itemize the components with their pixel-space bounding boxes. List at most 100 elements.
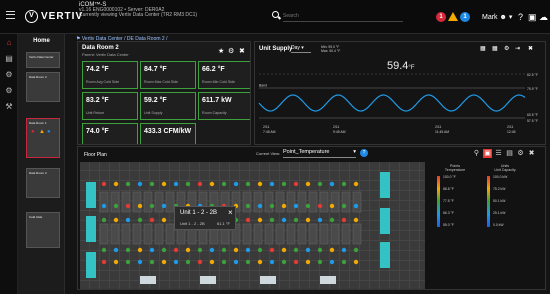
metric-tile[interactable]: 74.0 °F xyxy=(82,123,138,144)
sensor-point[interactable] xyxy=(233,181,239,187)
cooling-unit[interactable] xyxy=(380,208,390,234)
sensor-point[interactable] xyxy=(269,181,275,187)
rack[interactable] xyxy=(143,223,153,245)
list-icon[interactable]: ☰ xyxy=(494,149,503,158)
sensor-point[interactable] xyxy=(257,259,263,265)
rack[interactable] xyxy=(110,191,120,213)
sensor-point[interactable] xyxy=(149,203,155,209)
sensor-point[interactable] xyxy=(281,247,287,253)
sensor-point[interactable] xyxy=(113,247,119,253)
floor-plan-canvas[interactable] xyxy=(80,162,425,290)
gear-icon[interactable]: ⚙ xyxy=(4,86,14,96)
sensor-point[interactable] xyxy=(329,203,335,209)
star-icon[interactable]: ★ xyxy=(218,47,224,55)
sensor-point[interactable] xyxy=(317,181,323,187)
sensor-point[interactable] xyxy=(101,181,107,187)
range-select[interactable]: Day ▾ xyxy=(291,45,311,53)
sensor-point[interactable] xyxy=(269,217,275,223)
search-icon[interactable]: ⚲ xyxy=(472,149,481,158)
sensor-point[interactable] xyxy=(209,247,215,253)
sensor-point[interactable] xyxy=(233,259,239,265)
sensor-point[interactable] xyxy=(161,181,167,187)
rack[interactable] xyxy=(132,223,142,245)
rack[interactable] xyxy=(253,191,263,213)
home-tile-selected[interactable]: Data Room 1 ● ▲ ● xyxy=(26,118,60,158)
cooling-unit[interactable] xyxy=(86,216,96,242)
sensor-point[interactable] xyxy=(113,181,119,187)
sensor-point[interactable] xyxy=(173,259,179,265)
home-icon[interactable]: ⌂ xyxy=(4,38,14,48)
sensor-point[interactable] xyxy=(137,203,143,209)
sensor-point[interactable] xyxy=(353,203,359,209)
sensor-point[interactable] xyxy=(149,217,155,223)
sensor-point[interactable] xyxy=(137,217,143,223)
sensor-point[interactable] xyxy=(305,217,311,223)
warning-alarm-icon[interactable] xyxy=(448,12,458,21)
sensor-point[interactable] xyxy=(101,217,107,223)
rack[interactable] xyxy=(99,223,109,245)
sensor-point[interactable] xyxy=(209,181,215,187)
sensor-point[interactable] xyxy=(233,247,239,253)
gear-icon[interactable]: ⚙ xyxy=(504,45,509,52)
rack[interactable] xyxy=(308,223,318,245)
rack[interactable] xyxy=(275,191,285,213)
sensor-point[interactable] xyxy=(293,181,299,187)
close-icon[interactable]: ✖ xyxy=(528,45,533,52)
sensor-point[interactable] xyxy=(329,181,335,187)
sensor-point[interactable] xyxy=(161,203,167,209)
sensor-point[interactable] xyxy=(101,259,107,265)
sensor-point[interactable] xyxy=(245,217,251,223)
floor-unit[interactable] xyxy=(140,276,156,284)
hamburger-menu-icon[interactable] xyxy=(6,11,15,19)
metric-tile[interactable]: 611.7 kW Room Capacity xyxy=(198,92,250,120)
rack[interactable] xyxy=(264,223,274,245)
sensor-point[interactable] xyxy=(221,181,227,187)
cooling-unit[interactable] xyxy=(380,242,390,268)
sensor-point[interactable] xyxy=(257,181,263,187)
sensor-point[interactable] xyxy=(353,247,359,253)
rack[interactable] xyxy=(99,191,109,213)
settings-icon[interactable]: ⚙ xyxy=(4,70,14,80)
sensor-point[interactable] xyxy=(161,217,167,223)
sensor-point[interactable] xyxy=(341,181,347,187)
sensor-point[interactable] xyxy=(269,203,275,209)
sensor-point[interactable] xyxy=(197,181,203,187)
user-menu[interactable]: Mark ☻ ▾ xyxy=(482,13,512,21)
sensor-point[interactable] xyxy=(269,259,275,265)
sensor-point[interactable] xyxy=(197,247,203,253)
dashboard-icon[interactable]: ▤ xyxy=(4,54,14,64)
sensor-point[interactable] xyxy=(125,203,131,209)
sensor-point[interactable] xyxy=(125,247,131,253)
sensor-point[interactable] xyxy=(149,247,155,253)
help-icon[interactable]: ? xyxy=(518,12,523,22)
rack[interactable] xyxy=(308,191,318,213)
sensor-point[interactable] xyxy=(317,217,323,223)
rack[interactable] xyxy=(110,223,120,245)
floor-unit[interactable] xyxy=(320,276,336,284)
sensor-point[interactable] xyxy=(293,259,299,265)
rack[interactable] xyxy=(352,223,362,245)
close-icon[interactable]: ✖ xyxy=(239,47,245,55)
wrench-icon[interactable]: ⚒ xyxy=(4,102,14,112)
table-icon[interactable]: ▦ xyxy=(492,45,498,52)
sensor-point[interactable] xyxy=(341,217,347,223)
cooling-unit[interactable] xyxy=(380,172,390,198)
sensor-point[interactable] xyxy=(317,203,323,209)
sensor-point[interactable] xyxy=(341,247,347,253)
metric-tile[interactable]: 433.3 CFM/kW xyxy=(140,123,196,144)
home-tile[interactable]: Vertiv Data Center xyxy=(26,52,60,68)
sensor-point[interactable] xyxy=(137,181,143,187)
rack[interactable] xyxy=(165,191,175,213)
sensor-point[interactable] xyxy=(245,247,251,253)
metric-tile[interactable]: 83.2 °F Unit Return xyxy=(82,92,138,120)
sensor-point[interactable] xyxy=(125,217,131,223)
rack[interactable] xyxy=(253,223,263,245)
rack[interactable] xyxy=(242,223,252,245)
home-tile[interactable]: Data Room 2 xyxy=(26,72,60,102)
rack[interactable] xyxy=(297,191,307,213)
floor-plan-svg[interactable] xyxy=(80,162,425,290)
rack[interactable] xyxy=(121,191,131,213)
sensor-point[interactable] xyxy=(293,247,299,253)
gear-icon[interactable]: ⚙ xyxy=(516,149,525,158)
floor-unit[interactable] xyxy=(200,276,216,284)
